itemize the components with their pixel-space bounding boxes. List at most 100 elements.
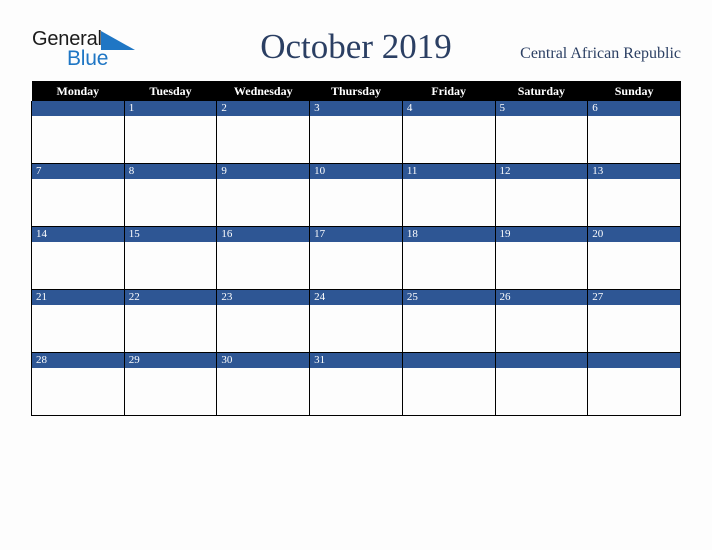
day-note-area[interactable]: [32, 368, 124, 414]
day-note-area[interactable]: [403, 305, 495, 351]
calendar-day-cell[interactable]: 18: [401, 226, 496, 290]
day-note-area[interactable]: [217, 242, 309, 288]
calendar-day-cell[interactable]: 1: [123, 101, 218, 164]
day-number: 2: [217, 101, 310, 116]
day-note-area[interactable]: [403, 179, 495, 225]
calendar-day-cell[interactable]: 21: [31, 289, 125, 353]
calendar-day-cell[interactable]: 10: [309, 163, 403, 227]
calendar-day-cell[interactable]: 31: [309, 352, 403, 416]
day-note-area[interactable]: [588, 305, 680, 351]
calendar-day-cell[interactable]: 7: [31, 163, 125, 227]
day-note-area[interactable]: [32, 305, 124, 351]
day-number: 31: [310, 353, 402, 368]
day-note-area[interactable]: [588, 368, 680, 414]
day-number: [402, 353, 495, 368]
day-note-area[interactable]: [125, 368, 217, 414]
day-number: 3: [310, 101, 402, 116]
day-note-area[interactable]: [310, 179, 402, 225]
day-note-area[interactable]: [217, 368, 309, 414]
day-number: 13: [588, 164, 680, 179]
calendar-week-row: 14 15 16 17 18 19 20: [31, 226, 681, 290]
calendar-page: General Blue October 2019 Central Africa…: [0, 0, 712, 550]
day-number: 26: [495, 290, 588, 305]
day-note-area[interactable]: [310, 242, 402, 288]
calendar-day-cell[interactable]: 5: [494, 101, 589, 164]
calendar-header-row: Monday Tuesday Wednesday Thursday Friday…: [31, 81, 681, 101]
calendar-day-cell[interactable]: 27: [587, 289, 681, 353]
calendar-day-cell[interactable]: 24: [309, 289, 403, 353]
calendar-day-cell[interactable]: 20: [587, 226, 681, 290]
day-note-area[interactable]: [217, 116, 309, 162]
calendar-day-cell[interactable]: 11: [401, 163, 496, 227]
calendar-day-cell[interactable]: 16: [216, 226, 311, 290]
day-note-area[interactable]: [217, 179, 309, 225]
calendar-body: 1 2 3 4 5 6 7 8 9 10 11 12 13 14 15 16 1…: [31, 101, 681, 416]
calendar-day-cell[interactable]: 15: [123, 226, 218, 290]
day-number: 25: [402, 290, 495, 305]
calendar-week-row: 28 29 30 31: [31, 352, 681, 416]
calendar-day-cell[interactable]: [494, 352, 589, 416]
weekday-header-wednesday: Wednesday: [216, 81, 310, 101]
day-note-area[interactable]: [310, 305, 402, 351]
calendar-day-cell[interactable]: 8: [123, 163, 218, 227]
calendar-day-cell[interactable]: 12: [494, 163, 589, 227]
calendar-day-cell[interactable]: 4: [401, 101, 496, 164]
calendar-day-cell[interactable]: [31, 101, 125, 164]
calendar-day-cell[interactable]: 29: [123, 352, 218, 416]
day-note-area[interactable]: [403, 368, 495, 414]
day-number: 15: [124, 227, 217, 242]
day-number: 12: [495, 164, 588, 179]
day-note-area[interactable]: [310, 368, 402, 414]
calendar-day-cell[interactable]: [587, 352, 681, 416]
day-note-area[interactable]: [588, 242, 680, 288]
calendar-day-cell[interactable]: 2: [216, 101, 311, 164]
day-number: 20: [588, 227, 680, 242]
calendar-day-cell[interactable]: 22: [123, 289, 218, 353]
day-note-area[interactable]: [588, 116, 680, 162]
calendar-day-cell[interactable]: 23: [216, 289, 311, 353]
calendar-day-cell[interactable]: 19: [494, 226, 589, 290]
day-number: 24: [310, 290, 402, 305]
calendar-day-cell[interactable]: 26: [494, 289, 589, 353]
day-note-area[interactable]: [125, 242, 217, 288]
weekday-header-friday: Friday: [402, 81, 496, 101]
calendar-day-cell[interactable]: [401, 352, 496, 416]
weekday-header-sunday: Sunday: [587, 81, 681, 101]
day-number: 30: [217, 353, 310, 368]
calendar-day-cell[interactable]: 30: [216, 352, 311, 416]
day-number: 18: [402, 227, 495, 242]
day-note-area[interactable]: [403, 116, 495, 162]
day-note-area[interactable]: [125, 305, 217, 351]
day-note-area[interactable]: [32, 116, 124, 162]
calendar-day-cell[interactable]: 3: [309, 101, 403, 164]
calendar-day-cell[interactable]: 28: [31, 352, 125, 416]
day-note-area[interactable]: [496, 242, 588, 288]
day-note-area[interactable]: [32, 242, 124, 288]
day-number: 27: [588, 290, 680, 305]
day-note-area[interactable]: [125, 116, 217, 162]
day-number: 7: [32, 164, 124, 179]
day-note-area[interactable]: [496, 368, 588, 414]
day-number: 23: [217, 290, 310, 305]
day-number: 21: [32, 290, 124, 305]
day-number: 22: [124, 290, 217, 305]
calendar-week-row: 1 2 3 4 5 6: [31, 101, 681, 164]
day-note-area[interactable]: [217, 305, 309, 351]
calendar-day-cell[interactable]: 17: [309, 226, 403, 290]
calendar-day-cell[interactable]: 6: [587, 101, 681, 164]
day-note-area[interactable]: [32, 179, 124, 225]
day-note-area[interactable]: [496, 116, 588, 162]
day-number: 1: [124, 101, 217, 116]
day-number: 10: [310, 164, 402, 179]
day-note-area[interactable]: [403, 242, 495, 288]
calendar-day-cell[interactable]: 25: [401, 289, 496, 353]
day-note-area[interactable]: [310, 116, 402, 162]
calendar-day-cell[interactable]: 14: [31, 226, 125, 290]
day-note-area[interactable]: [125, 179, 217, 225]
country-label: Central African Republic: [520, 45, 681, 62]
day-note-area[interactable]: [496, 179, 588, 225]
day-note-area[interactable]: [496, 305, 588, 351]
day-note-area[interactable]: [588, 179, 680, 225]
calendar-day-cell[interactable]: 9: [216, 163, 311, 227]
calendar-day-cell[interactable]: 13: [587, 163, 681, 227]
